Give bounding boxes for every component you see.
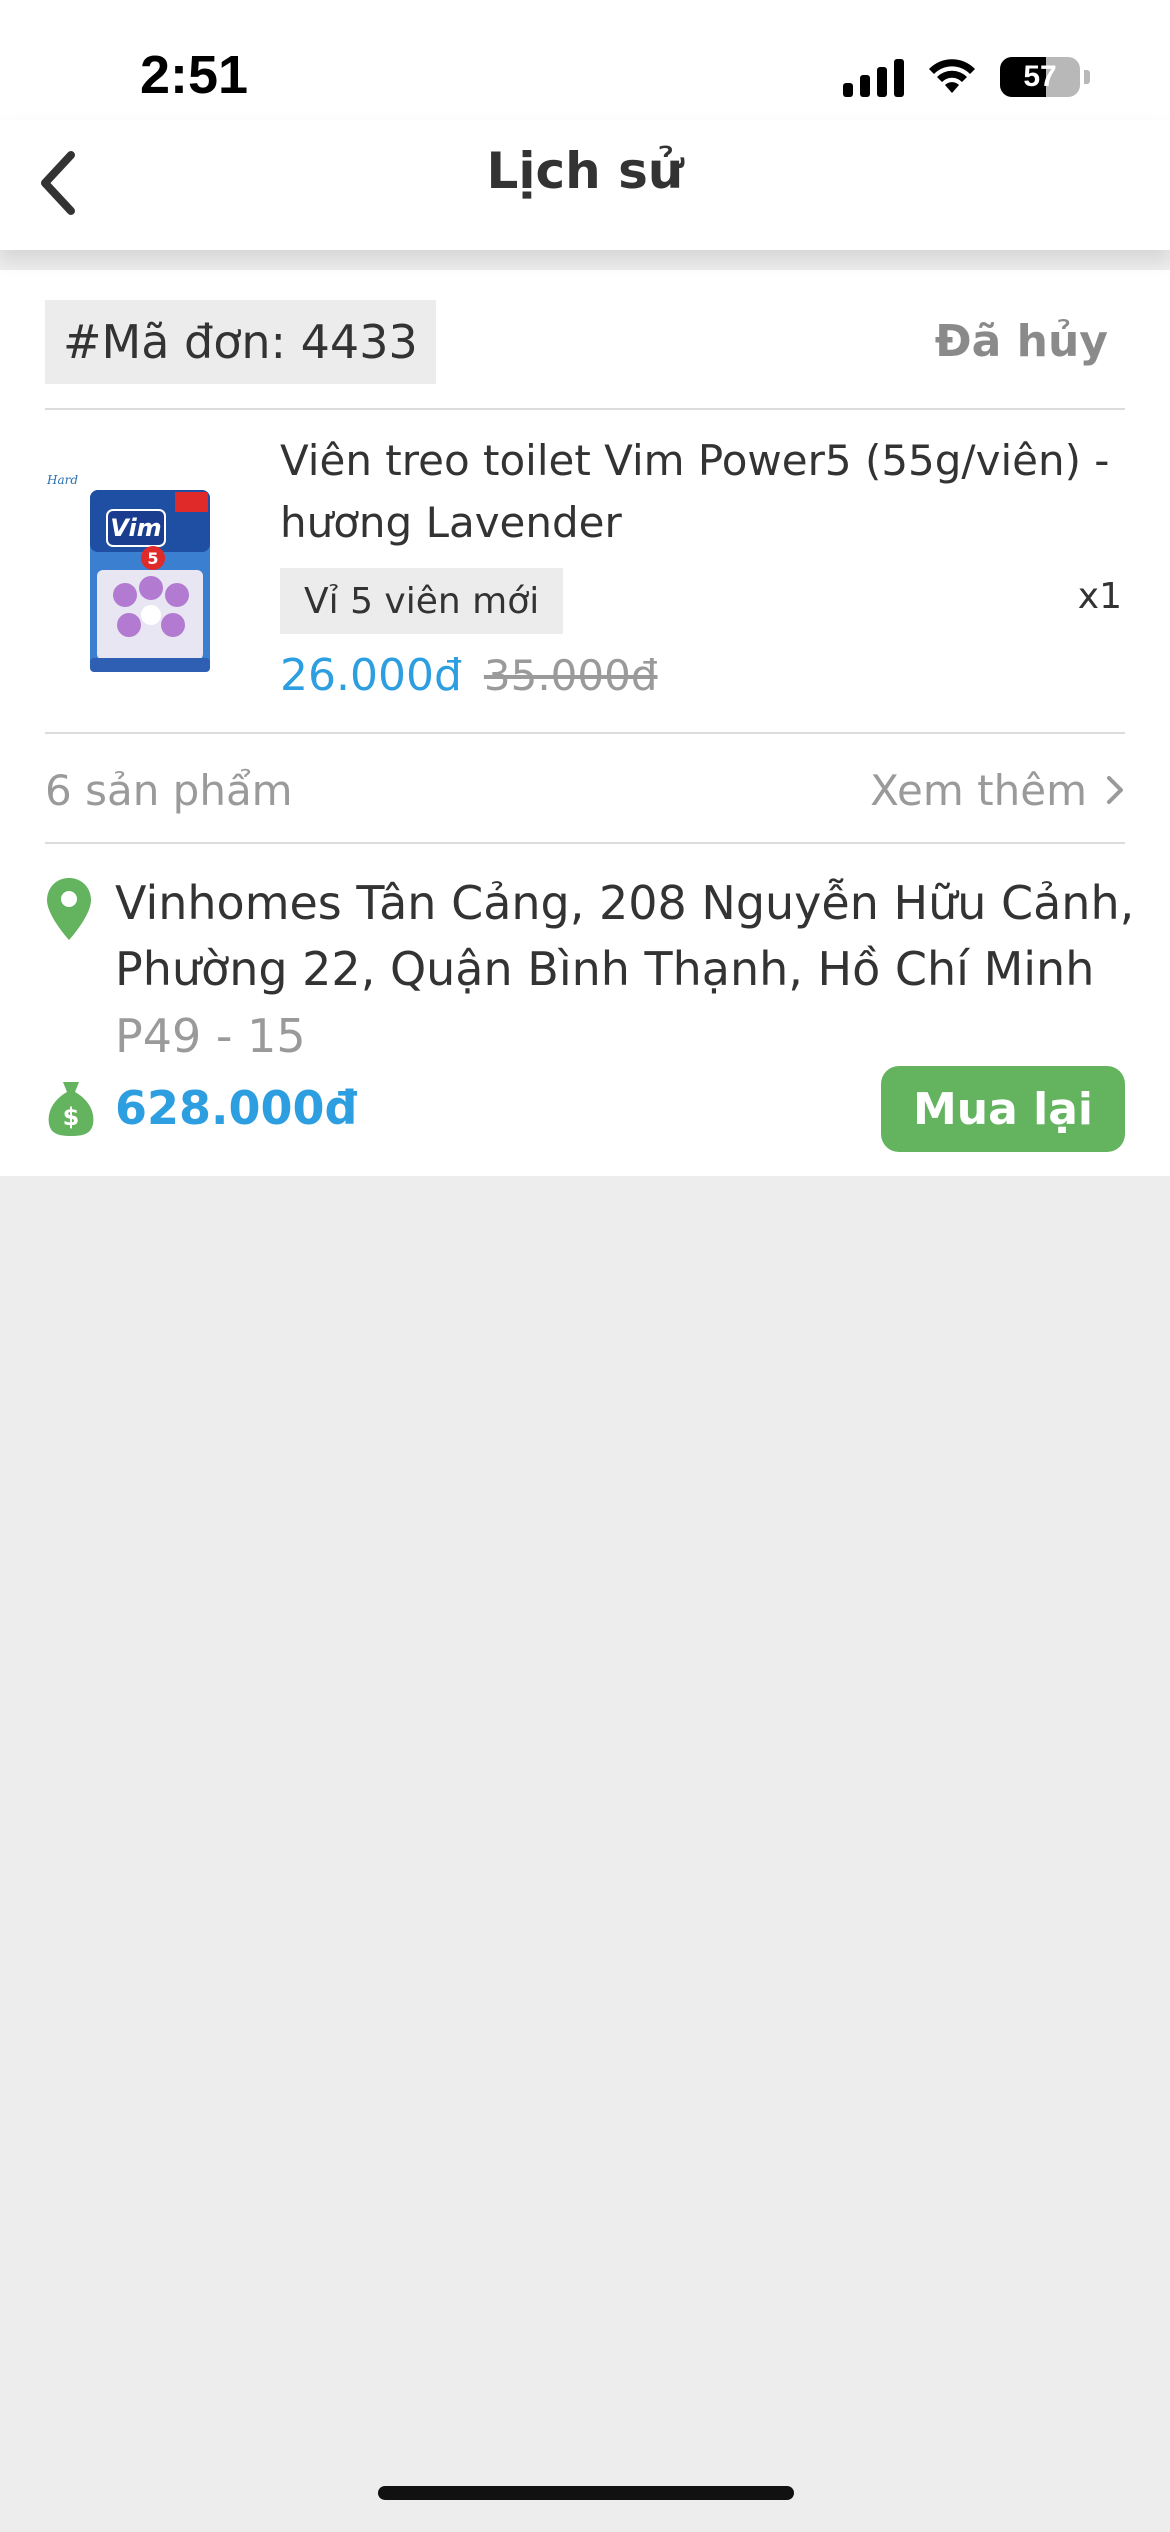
product-brand-label: Vim [110,514,161,542]
battery-tip [1084,70,1090,84]
product-count: 6 sản phẩm [45,765,293,815]
divider [45,732,1125,734]
order-status-badge: Đã hủy [934,316,1108,367]
address-detail: P49 - 15 [115,1009,306,1063]
status-time: 2:51 [140,45,249,105]
divider [45,842,1125,844]
svg-text:5: 5 [147,549,158,568]
svg-text:Hard: Hard [46,473,78,487]
product-price: 26.000đ [280,650,462,701]
home-indicator[interactable] [378,2486,794,2500]
page-title: Lịch sử [486,142,684,200]
price-row: 26.000đ 35.000đ [280,650,658,701]
battery-level: 57 [1023,60,1057,93]
product-quantity: x1 [1077,576,1122,617]
signal-icon [843,57,904,97]
total-amount: 628.000đ [115,1081,358,1135]
rebuy-button[interactable]: Mua lại [881,1066,1125,1152]
address-text: Vinhomes Tân Cảng, 208 Nguyễn Hữu Cảnh, … [115,876,1135,996]
nav-bar: Lịch sử [0,120,1170,250]
product-name[interactable]: Viên treo toilet Vim Power5 (55g/viên) -… [280,430,1110,554]
product-original-price: 35.000đ [483,651,658,700]
chevron-right-icon [1107,776,1123,804]
order-card[interactable]: #Mã đơn: 4433 Đã hủy Hard Vim 5 Viên tre… [0,270,1170,1176]
money-bag-icon: $ [48,1082,94,1136]
divider [45,408,1125,410]
svg-text:$: $ [63,1103,80,1131]
status-icons: 57 [843,52,1090,102]
see-more-link[interactable]: Xem thêm [870,766,1125,815]
see-more-label: Xem thêm [870,765,1087,815]
battery-icon: 57 [1000,57,1080,97]
order-total: $ 628.000đ [45,1078,357,1138]
order-id: #Mã đơn: 4433 [45,300,436,384]
variant-tag: Vỉ 5 viên mới [280,568,564,634]
location-pin-icon [47,878,91,940]
product-count-row: 6 sản phẩm Xem thêm [45,758,1125,822]
wifi-icon [929,59,975,93]
product-image[interactable]: Hard Vim 5 [45,470,225,680]
status-bar: 2:51 57 [0,0,1170,140]
